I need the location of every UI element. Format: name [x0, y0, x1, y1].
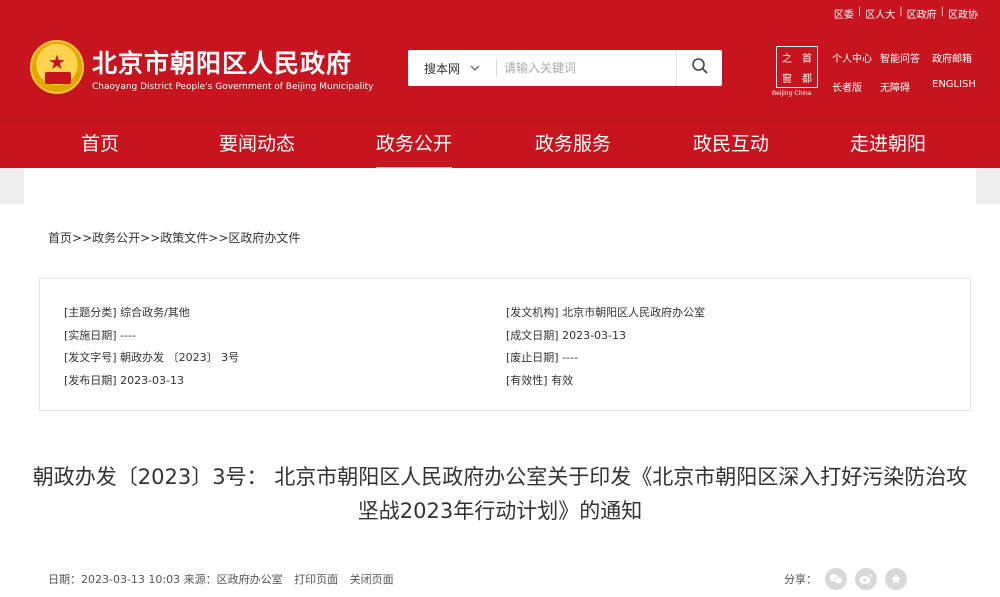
- capital-window-seal[interactable]: 之首 窗都: [776, 46, 818, 88]
- meta-doc-number: [发文字号] 朝政办发 〔2023〕 3号: [64, 351, 240, 364]
- search-bar: 搜本网: [408, 50, 722, 86]
- meta-topic: [主题分类] 综合政务/其他: [64, 306, 190, 319]
- national-emblem-logo[interactable]: ★: [30, 40, 84, 94]
- breadcrumb: 首页>>政务公开>>政策文件>>区政府办文件: [48, 231, 301, 245]
- nav-about-chaoyang[interactable]: 走进朝阳: [850, 121, 926, 169]
- search-button[interactable]: [676, 50, 722, 86]
- quick-link-elderly[interactable]: 长者版: [832, 79, 880, 94]
- top-link-government[interactable]: 区政府: [907, 6, 937, 21]
- top-link-cppcc[interactable]: 区政协: [948, 6, 978, 21]
- breadcrumb-policy-docs[interactable]: 政策文件: [160, 231, 208, 245]
- share-bar: 分享：: [784, 568, 907, 590]
- meta-validity: [有效性] 有效: [506, 374, 574, 387]
- print-page-link[interactable]: 打印页面: [294, 573, 338, 586]
- meta-abolished-date: [废止日期] ----: [506, 351, 578, 364]
- nav-news[interactable]: 要闻动态: [219, 121, 295, 169]
- nav-interaction[interactable]: 政民互动: [693, 121, 769, 169]
- meta-created-date: [成文日期] 2023-03-13: [506, 329, 627, 342]
- breadcrumb-home[interactable]: 首页: [48, 231, 72, 245]
- seal-caption: Beijing·China: [772, 90, 812, 97]
- wechat-icon[interactable]: [825, 568, 847, 590]
- top-link-npc[interactable]: 区人大: [865, 6, 895, 21]
- nav-home[interactable]: 首页: [81, 121, 119, 169]
- main-nav: 首页 要闻动态 政务公开 政务服务 政民互动 走进朝阳: [0, 120, 1000, 169]
- site-title[interactable]: 北京市朝阳区人民政府: [92, 44, 352, 80]
- meta-effective-date: [实施日期] ----: [64, 329, 136, 342]
- meta-published-date: [发布日期] 2023-03-13: [64, 374, 185, 387]
- chevron-down-icon: [470, 63, 480, 74]
- search-icon: [691, 57, 709, 79]
- top-link-district-committee[interactable]: 区委: [834, 6, 854, 21]
- search-input[interactable]: [504, 50, 674, 86]
- share-label: 分享：: [784, 573, 817, 586]
- search-scope-label: 搜本网: [423, 61, 460, 76]
- breadcrumb-office-docs[interactable]: 区政府办文件: [228, 231, 300, 245]
- site-subtitle: Chaoyang District People's Government of…: [92, 82, 374, 92]
- close-page-link[interactable]: 关闭页面: [350, 573, 394, 586]
- quick-link-personal-center[interactable]: 个人中心: [832, 50, 880, 65]
- nav-services[interactable]: 政务服务: [535, 121, 611, 169]
- quick-link-english[interactable]: ENGLISH: [932, 79, 982, 94]
- nav-gov-affairs[interactable]: 政务公开: [376, 121, 453, 169]
- quick-link-gov-mail[interactable]: 政府邮箱: [932, 50, 982, 65]
- favorite-star-icon[interactable]: [885, 568, 907, 590]
- article-date-source: 日期：2023-03-13 10:03 来源：区政府办公室: [48, 573, 283, 586]
- top-links: 区委 | 区人大 | 区政府 | 区政协: [833, 6, 978, 21]
- quick-link-smart-qa[interactable]: 智能问答: [880, 50, 932, 65]
- search-scope-select[interactable]: 搜本网: [408, 50, 496, 86]
- subnav-panel: [24, 168, 976, 204]
- weibo-icon[interactable]: [855, 568, 877, 590]
- document-title: 朝政办发〔2023〕3号： 北京市朝阳区人民政府办公室关于印发《北京市朝阳区深入…: [32, 465, 968, 523]
- article-info: 日期：2023-03-13 10:03 来源：区政府办公室 打印页面 关闭页面: [48, 571, 394, 587]
- breadcrumb-gov-affairs[interactable]: 政务公开: [92, 231, 140, 245]
- quick-links: 个人中心 智能问答 政府邮箱 长者版 无障碍 ENGLISH: [832, 50, 982, 94]
- quick-link-accessibility[interactable]: 无障碍: [880, 79, 932, 94]
- meta-issuer: [发文机构] 北京市朝阳区人民政府办公室: [506, 306, 706, 319]
- document-meta-box: [主题分类] 综合政务/其他 [发文机构] 北京市朝阳区人民政府办公室 [实施日…: [39, 278, 971, 411]
